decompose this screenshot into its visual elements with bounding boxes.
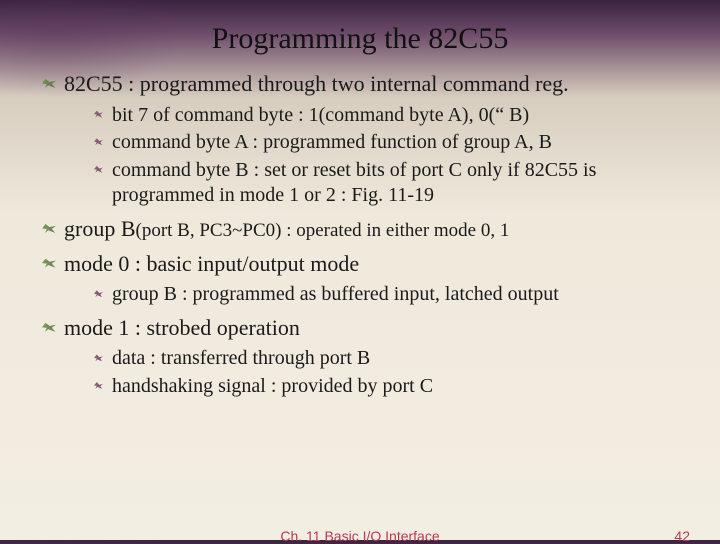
bullet-text: group B(port B, PC3~PC0) : operated in e… (64, 216, 509, 241)
sub-mode0-gb: group B : programmed as buffered input, … (94, 282, 686, 308)
footer-chapter: Ch. 11 Basic I/O Interface (0, 528, 720, 544)
sub-list-mode1: data : transferred through port B handsh… (64, 346, 686, 399)
bullet-list-top: 82C55 : programmed through two internal … (40, 70, 686, 400)
bullet-text: 82C55 : programmed through two internal … (64, 71, 569, 96)
sub-byteB: command byte B : set or reset bits of po… (94, 158, 686, 209)
footer-page-number: 42 (674, 528, 690, 544)
sub-list-82c55: bit 7 of command byte : 1(command byte A… (64, 103, 686, 209)
bullet-text: mode 1 : strobed operation (64, 315, 300, 340)
sub-byteA: command byte A : programmed function of … (94, 130, 686, 156)
page-title: Programming the 82C55 (34, 22, 686, 56)
bullet-groupB: group B(port B, PC3~PC0) : operated in e… (40, 215, 686, 244)
sub-bit7: bit 7 of command byte : 1(command byte A… (94, 103, 686, 129)
sub-list-mode0: group B : programmed as buffered input, … (64, 282, 686, 308)
sub-mode1-data: data : transferred through port B (94, 346, 686, 372)
bullet-text: mode 0 : basic input/output mode (64, 251, 359, 276)
bullet-82c55: 82C55 : programmed through two internal … (40, 70, 686, 209)
bullet-mode0: mode 0 : basic input/output mode group B… (40, 250, 686, 308)
bullet-mode1: mode 1 : strobed operation data : transf… (40, 314, 686, 400)
sub-mode1-hs: handshaking signal : provided by port C (94, 374, 686, 400)
